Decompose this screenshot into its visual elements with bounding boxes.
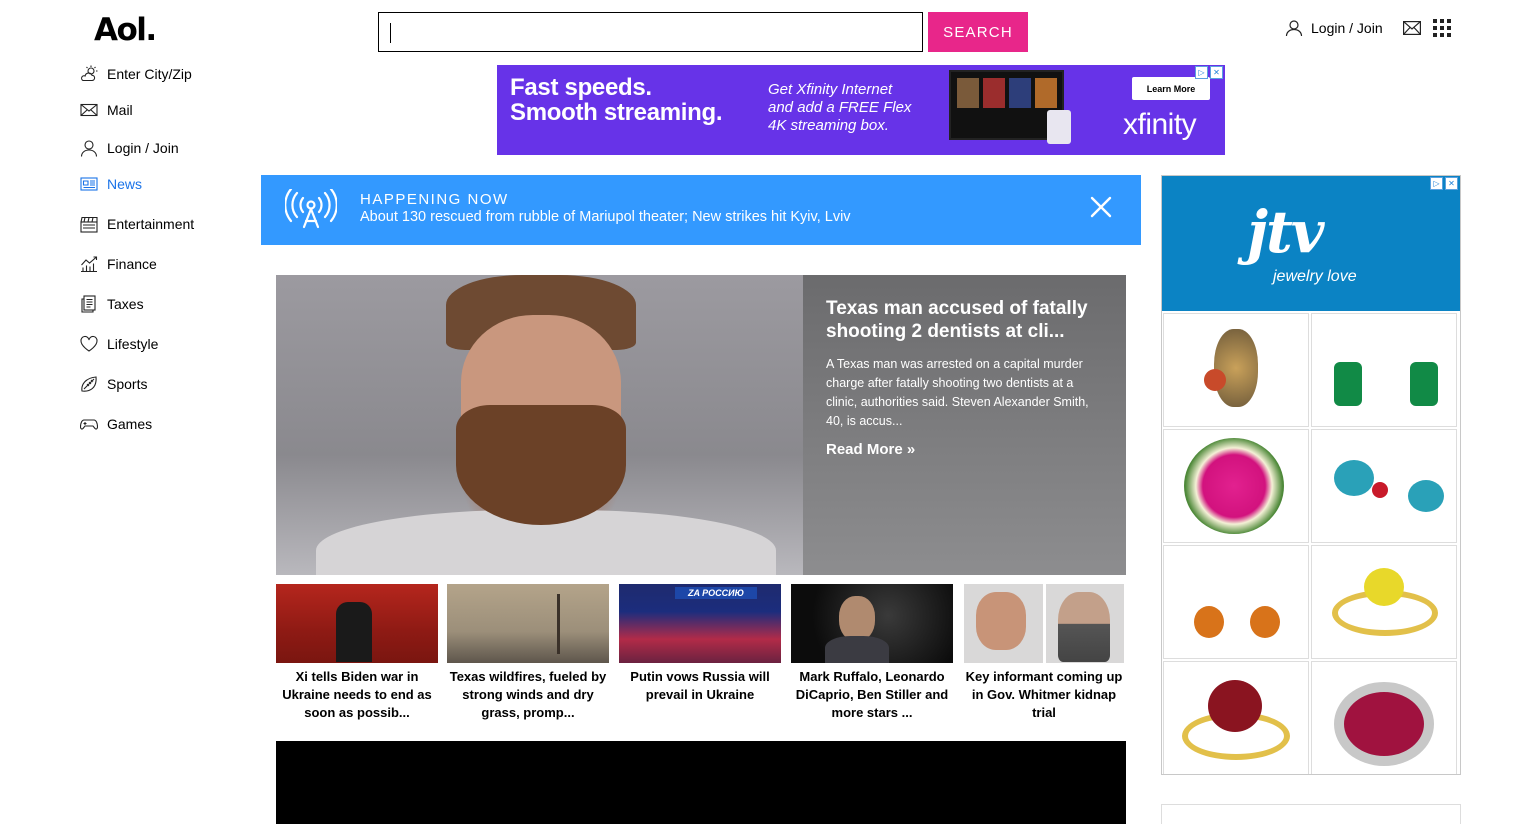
sidebar-item-games[interactable]: Games bbox=[80, 415, 152, 433]
broadcast-icon bbox=[285, 189, 337, 229]
jtv-logo: jtv bbox=[1247, 198, 1324, 266]
story-caption[interactable]: Putin vows Russia will prevail in Ukrain… bbox=[619, 668, 781, 704]
story-card[interactable]: Key informant coming up in Gov. Whitmer … bbox=[964, 584, 1124, 722]
sidebar-item-label: Taxes bbox=[107, 296, 144, 312]
ad-brand-logo: xfinity bbox=[1123, 108, 1197, 141]
header-actions: Login / Join bbox=[1285, 17, 1451, 39]
ad-tagline: jewelry love bbox=[1273, 268, 1357, 285]
story-card[interactable]: Mark Ruffalo, Leonardo DiCaprio, Ben Sti… bbox=[791, 584, 953, 722]
sidebar-item-label: News bbox=[107, 176, 143, 192]
user-icon bbox=[1285, 20, 1303, 37]
jewelry-product-image[interactable] bbox=[1163, 661, 1309, 774]
sidebar-item-login[interactable]: Login / Join bbox=[80, 139, 179, 157]
sidebar-item-label: Games bbox=[107, 416, 153, 432]
gamepad-icon bbox=[80, 419, 98, 430]
mail-icon bbox=[80, 103, 98, 117]
read-more-link[interactable]: Read More » bbox=[826, 441, 1102, 458]
header-login-link[interactable]: Login / Join bbox=[1285, 19, 1383, 37]
story-card[interactable]: ZA РОССИЮ Putin vows Russia will prevail… bbox=[619, 584, 781, 704]
sidebar-item-entertainment[interactable]: Entertainment bbox=[80, 215, 194, 233]
sidebar-item-label: Enter City/Zip bbox=[107, 66, 192, 82]
aol-logo[interactable]: Aol. bbox=[94, 12, 157, 48]
weather-icon bbox=[81, 65, 98, 82]
sidebar-item-lifestyle[interactable]: Lifestyle bbox=[80, 335, 158, 353]
text-caret bbox=[390, 23, 391, 43]
story-thumbnail-image[interactable] bbox=[276, 584, 438, 663]
video-player[interactable] bbox=[276, 741, 1126, 824]
ad-learn-more-button[interactable]: Learn More bbox=[1132, 77, 1210, 100]
happening-now-banner[interactable]: HAPPENING NOW About 130 rescued from rub… bbox=[261, 175, 1141, 245]
thumbnail-overlay-text: ZA РОССИЮ bbox=[675, 587, 757, 599]
adchoices-icon[interactable]: ▷ ✕ bbox=[1195, 66, 1223, 79]
heart-icon bbox=[80, 335, 98, 352]
ad-brand-header: jtv jewelry love bbox=[1162, 176, 1460, 311]
adchoices-icon[interactable]: ▷ ✕ bbox=[1430, 177, 1458, 190]
hero-title[interactable]: Texas man accused of fatally shooting 2 … bbox=[826, 297, 1102, 343]
sidebar-item-sports[interactable]: Sports bbox=[80, 375, 147, 393]
story-caption[interactable]: Texas wildfires, fueled by strong winds … bbox=[447, 668, 609, 722]
ad-banner-right[interactable]: jtv jewelry love ▷ ✕ bbox=[1161, 175, 1461, 775]
sidebar-item-label: Login / Join bbox=[107, 140, 179, 156]
sidebar-item-mail[interactable]: Mail bbox=[80, 101, 133, 119]
story-card[interactable]: Xi tells Biden war in Ukraine needs to e… bbox=[276, 584, 438, 722]
hero-description: A Texas man was arrested on a capital mu… bbox=[826, 357, 1089, 428]
receipt-icon bbox=[81, 295, 96, 313]
sidebar-item-label: Lifestyle bbox=[107, 336, 159, 352]
story-thumbnail-image[interactable]: ZA РОССИЮ bbox=[619, 584, 781, 663]
ad-subtext: Get Xfinity Internet and add a FREE Flex… bbox=[768, 81, 912, 134]
story-caption[interactable]: Key informant coming up in Gov. Whitmer … bbox=[964, 668, 1124, 722]
jewelry-product-image[interactable] bbox=[1311, 545, 1457, 659]
jewelry-product-image[interactable] bbox=[1311, 313, 1457, 427]
sidebar-item-label: Mail bbox=[107, 102, 133, 118]
happening-now-label: HAPPENING NOW bbox=[360, 191, 509, 208]
sidebar-item-finance[interactable]: Finance bbox=[80, 255, 157, 273]
ad-headline: Fast speeds. Smooth streaming. bbox=[510, 74, 723, 126]
sidebar-item-news[interactable]: News bbox=[80, 175, 142, 193]
story-thumbnail-image[interactable] bbox=[964, 584, 1124, 663]
close-icon[interactable] bbox=[1089, 195, 1113, 219]
sidebar-item-label: Sports bbox=[107, 376, 148, 392]
sidebar-item-label: Entertainment bbox=[107, 216, 195, 232]
clapperboard-icon bbox=[80, 216, 98, 233]
hero-story[interactable]: Texas man accused of fatally shooting 2 … bbox=[276, 275, 1126, 575]
jewelry-product-image[interactable] bbox=[1163, 429, 1309, 543]
jewelry-grid bbox=[1163, 313, 1457, 774]
ad-streaming-box-image bbox=[1047, 110, 1071, 144]
story-thumbnail-image[interactable] bbox=[447, 584, 609, 663]
hero-text-panel: Texas man accused of fatally shooting 2 … bbox=[803, 275, 1126, 575]
search-input[interactable] bbox=[378, 12, 923, 52]
sidebar-item-label: Finance bbox=[107, 256, 157, 272]
apps-grid-icon[interactable] bbox=[1432, 19, 1451, 37]
jewelry-product-image[interactable] bbox=[1311, 661, 1457, 774]
story-caption[interactable]: Xi tells Biden war in Ukraine needs to e… bbox=[276, 668, 438, 722]
hero-image[interactable] bbox=[276, 275, 803, 575]
story-caption[interactable]: Mark Ruffalo, Leonardo DiCaprio, Ben Sti… bbox=[791, 668, 953, 722]
happening-now-headline[interactable]: About 130 rescued from rubble of Mariupo… bbox=[360, 209, 851, 225]
sidebar-item-taxes[interactable]: Taxes bbox=[80, 295, 144, 313]
football-icon bbox=[81, 376, 97, 392]
chart-icon bbox=[81, 256, 98, 273]
sidebar-item-weather[interactable]: Enter City/Zip bbox=[80, 65, 192, 83]
user-icon bbox=[80, 140, 98, 157]
ad-banner-bottom[interactable] bbox=[1161, 804, 1461, 824]
mail-icon[interactable] bbox=[1402, 21, 1421, 35]
jewelry-product-image[interactable] bbox=[1311, 429, 1457, 543]
news-icon bbox=[80, 177, 98, 191]
jewelry-product-image[interactable] bbox=[1163, 545, 1309, 659]
jewelry-product-image[interactable] bbox=[1163, 313, 1309, 427]
story-thumbnail-image[interactable] bbox=[791, 584, 953, 663]
search-button[interactable]: SEARCH bbox=[928, 12, 1028, 52]
story-card[interactable]: Texas wildfires, fueled by strong winds … bbox=[447, 584, 609, 722]
ad-banner-top[interactable]: Fast speeds. Smooth streaming. Get Xfini… bbox=[497, 65, 1225, 155]
login-label: Login / Join bbox=[1311, 20, 1383, 36]
